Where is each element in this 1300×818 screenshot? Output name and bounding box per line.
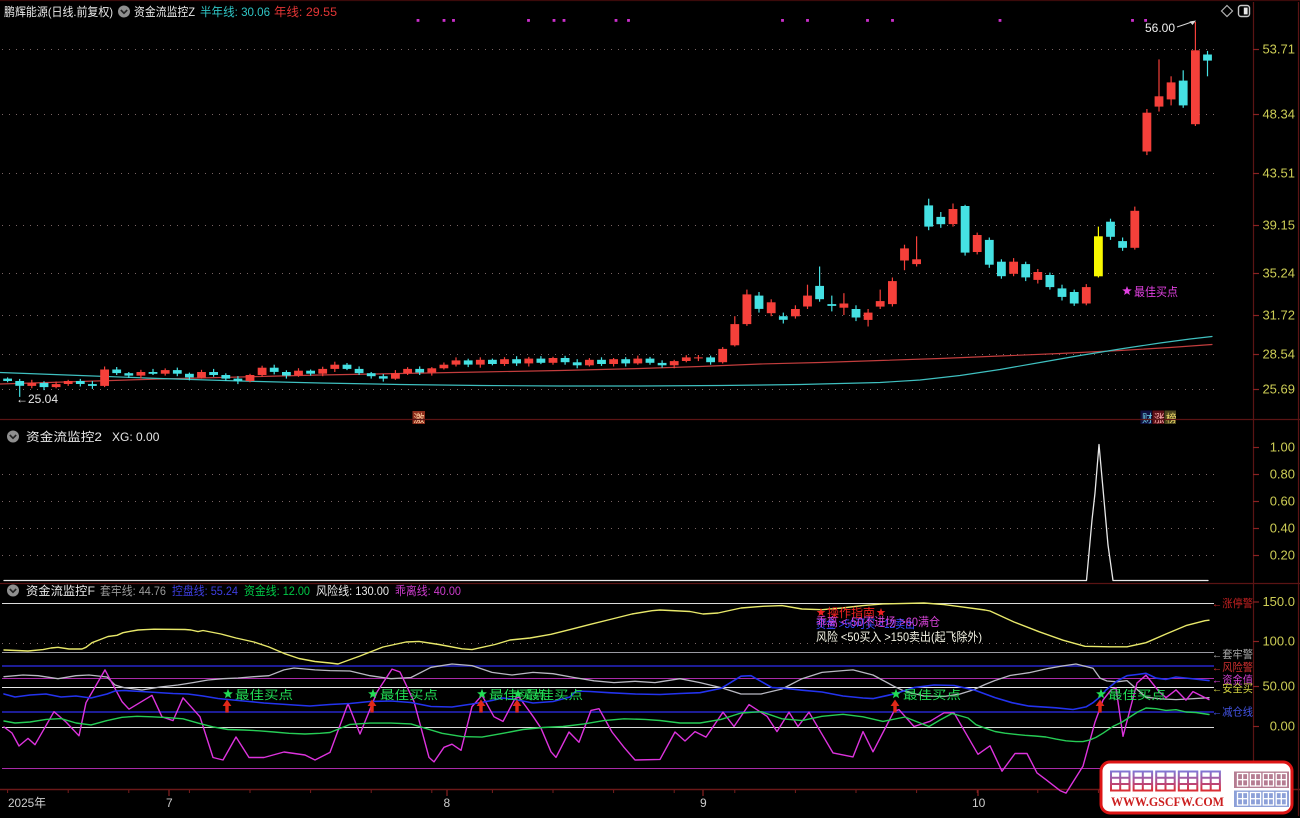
svg-text:乖离 <-50不进场 >60满仓: 乖离 <-50不进场 >60满仓 xyxy=(816,614,940,629)
svg-text:←涨停警: ←涨停警 xyxy=(1212,596,1253,610)
svg-text:53.71: 53.71 xyxy=(1262,42,1295,57)
svg-text:2025年: 2025年 xyxy=(8,796,46,810)
svg-text:最佳买点: 最佳买点 xyxy=(903,688,961,702)
svg-text:7: 7 xyxy=(166,796,173,810)
svg-text:乖离线: 40.00: 乖离线: 40.00 xyxy=(395,583,461,598)
svg-text:风险线: 130.00: 风险线: 130.00 xyxy=(316,583,389,598)
svg-text:56.00: 56.00 xyxy=(1145,21,1175,35)
svg-text:10: 10 xyxy=(972,796,986,810)
svg-text:←套牢警: ←套牢警 xyxy=(1212,647,1253,661)
svg-text:←风险警: ←风险警 xyxy=(1212,660,1253,674)
svg-text:31.72: 31.72 xyxy=(1262,308,1295,323)
svg-text:套牢线: 44.76: 套牢线: 44.76 xyxy=(100,583,166,598)
svg-text:150.0: 150.0 xyxy=(1262,594,1295,609)
svg-text:最佳买点: 最佳买点 xyxy=(1134,285,1178,299)
svg-text:财: 财 xyxy=(1142,411,1153,425)
svg-text:0.80: 0.80 xyxy=(1270,467,1295,482)
svg-text:25.69: 25.69 xyxy=(1262,382,1295,397)
svg-text:←安全买: ←安全买 xyxy=(1212,681,1253,695)
svg-text:←减仓线: ←减仓线 xyxy=(1212,705,1253,719)
svg-text:激: 激 xyxy=(414,411,425,425)
svg-text:39.15: 39.15 xyxy=(1262,218,1295,233)
svg-text:WWW.GSCFW.COM: WWW.GSCFW.COM xyxy=(1111,794,1224,809)
svg-text:最佳买点: 最佳买点 xyxy=(380,688,438,702)
svg-text:48.34: 48.34 xyxy=(1262,107,1295,122)
svg-text:1.00: 1.00 xyxy=(1270,440,1295,455)
svg-text:资金线: 12.00: 资金线: 12.00 xyxy=(244,583,310,598)
svg-text:半年线: 30.06: 半年线: 30.06 xyxy=(200,5,270,19)
svg-text:最佳买点: 最佳买点 xyxy=(235,688,293,702)
svg-text:XG: 0.00: XG: 0.00 xyxy=(112,430,160,444)
svg-text:0.00: 0.00 xyxy=(1270,719,1295,734)
svg-text:涨: 涨 xyxy=(1154,412,1165,425)
svg-text:28.54: 28.54 xyxy=(1262,347,1295,362)
svg-text:43.51: 43.51 xyxy=(1262,166,1295,181)
svg-text:控盘线: 55.24: 控盘线: 55.24 xyxy=(172,583,238,598)
svg-text:鹏辉能源(日线.前复权): 鹏辉能源(日线.前复权) xyxy=(4,4,113,19)
svg-text:年线: 29.55: 年线: 29.55 xyxy=(274,5,337,19)
svg-text:←25.04: ←25.04 xyxy=(16,392,58,406)
svg-text:榜: 榜 xyxy=(1166,411,1177,425)
svg-text:0.20: 0.20 xyxy=(1270,548,1295,563)
svg-text:50.00: 50.00 xyxy=(1262,679,1295,694)
svg-text:35.24: 35.24 xyxy=(1262,266,1295,281)
svg-text:资金流监控2: 资金流监控2 xyxy=(26,429,102,444)
svg-text:最佳买点: 最佳买点 xyxy=(1108,688,1166,702)
svg-text:100.0: 100.0 xyxy=(1262,634,1295,649)
svg-text:资金流监控F: 资金流监控F xyxy=(26,583,95,598)
svg-text:最佳买点: 最佳买点 xyxy=(525,688,583,702)
svg-text:9: 9 xyxy=(700,796,707,810)
svg-text:风险 <50买入 >150卖出(起飞除外): 风险 <50买入 >150卖出(起飞除外) xyxy=(816,629,982,644)
svg-text:资金流监控Z: 资金流监控Z xyxy=(134,4,195,19)
svg-text:8: 8 xyxy=(444,796,451,810)
svg-text:0.40: 0.40 xyxy=(1270,521,1295,536)
svg-text:0.60: 0.60 xyxy=(1270,494,1295,509)
